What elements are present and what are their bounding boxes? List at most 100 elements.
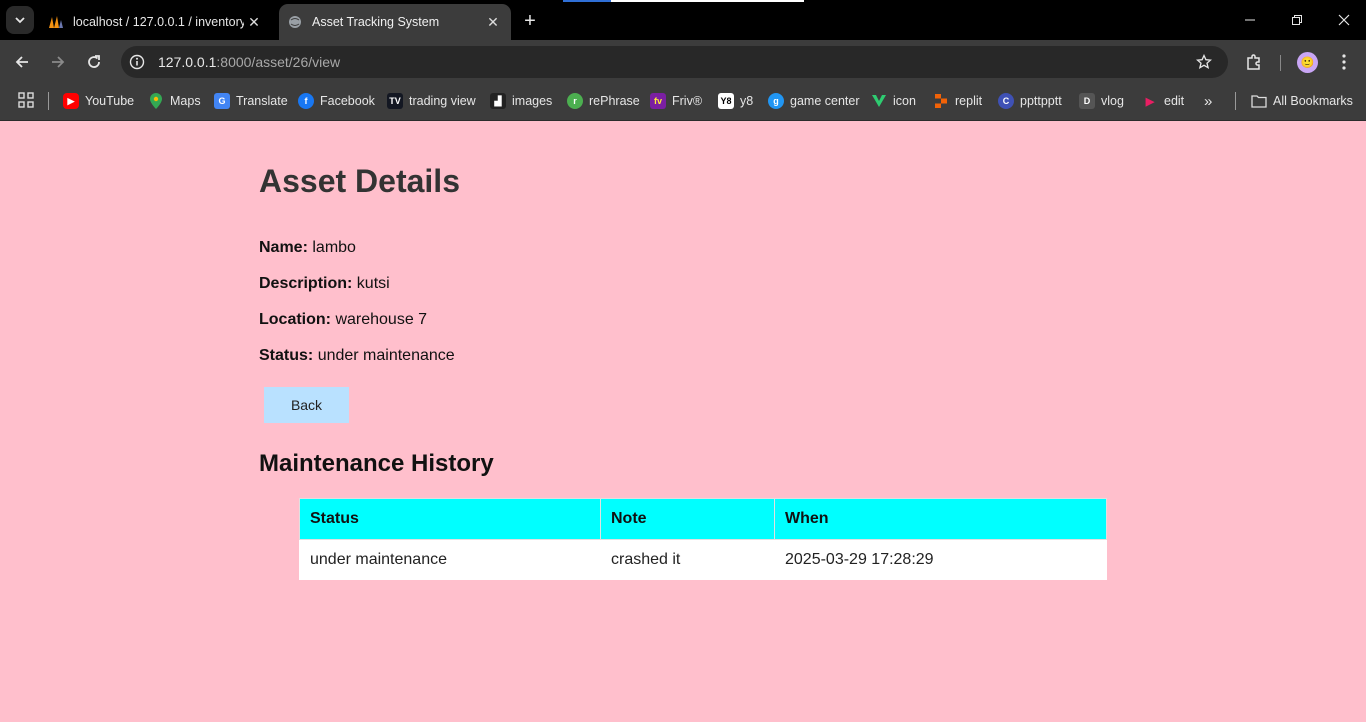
bookmark-ppttpptt[interactable]: Cppttpptt [998, 91, 1062, 111]
field-value: lambo [312, 239, 356, 256]
cell-note: crashed it [600, 539, 775, 580]
replit-icon [933, 93, 949, 109]
extensions-button[interactable] [1242, 50, 1266, 74]
column-header-note: Note [600, 498, 775, 540]
bookmark-game-center[interactable]: g game center [768, 91, 859, 111]
folder-icon [1251, 93, 1267, 109]
browser-toolbar: 127.0.0.1:8000/asset/26/view [0, 40, 1366, 82]
more-bookmarks-button[interactable]: » [1204, 91, 1212, 111]
close-tab-icon[interactable]: ✕ [244, 12, 264, 32]
bookmark-replit[interactable]: replit [933, 91, 982, 111]
field-label: Description: [259, 275, 353, 292]
ppttpptt-icon: C [998, 93, 1014, 109]
bookmark-translate[interactable]: G Translate [214, 91, 288, 111]
address-bar[interactable]: 127.0.0.1:8000/asset/26/view [121, 46, 1228, 78]
bookmark-vlog[interactable]: Dvlog [1079, 91, 1124, 111]
maps-icon [148, 93, 164, 109]
column-header-when: When [774, 498, 1107, 540]
globe-icon [287, 14, 303, 30]
forward-nav-button[interactable] [45, 49, 71, 75]
facebook-icon: f [298, 93, 314, 109]
youtube-icon: ▶ [63, 93, 79, 109]
field-value: kutsi [356, 275, 390, 292]
site-info-icon[interactable] [126, 51, 148, 73]
bookmark-tradingview[interactable]: TV trading view [387, 91, 476, 111]
friv-icon: fv [650, 93, 666, 109]
translate-icon: G [214, 93, 230, 109]
bookmark-friv[interactable]: fv Friv® [650, 91, 702, 111]
page-title: Asset Details [259, 163, 460, 199]
icon-icon [871, 93, 887, 109]
rephrase-icon: r [567, 93, 583, 109]
minimize-button[interactable] [1238, 8, 1262, 32]
field-label: Name: [259, 239, 308, 256]
puzzle-icon [1247, 54, 1260, 70]
images-icon: ▟ [490, 93, 506, 109]
field-value: warehouse 7 [335, 311, 428, 328]
bookmark-images[interactable]: ▟ images [490, 91, 552, 111]
all-bookmarks-button[interactable]: All Bookmarks [1251, 91, 1353, 111]
restore-icon [1292, 15, 1302, 25]
bookmarks-divider [1235, 92, 1236, 110]
table-header-row: Status Note When [299, 498, 1107, 540]
tab-asset-tracking[interactable]: Asset Tracking System ✕ [279, 4, 511, 40]
close-tab-icon[interactable]: ✕ [483, 12, 503, 32]
tab-strip: localhost / 127.0.0.1 / inventory ✕ Asse… [0, 0, 1366, 40]
reload-icon [88, 55, 100, 68]
bookmark-facebook[interactable]: f Facebook [298, 91, 375, 111]
vlog-icon: D [1079, 93, 1095, 109]
url-host: 127.0.0.1 [158, 54, 217, 70]
field-name: Name: lambo [259, 239, 356, 257]
field-label: Status: [259, 347, 314, 364]
arrow-left-icon [15, 56, 28, 68]
loading-indicator [563, 0, 804, 2]
back-nav-button[interactable] [9, 49, 35, 75]
bookmark-y8[interactable]: Y8 y8 [718, 91, 753, 111]
tab-title: Asset Tracking System [312, 15, 440, 29]
bookmarks-divider [48, 92, 49, 110]
browser-menu-button[interactable] [1332, 50, 1356, 74]
bookmark-edit[interactable]: ▶ edit [1142, 91, 1184, 111]
cell-status: under maintenance [299, 539, 601, 580]
cell-when: 2025-03-29 17:28:29 [774, 539, 1107, 580]
profile-avatar[interactable]: 🙂 [1297, 52, 1318, 73]
apps-grid-icon[interactable] [18, 92, 34, 108]
arrow-right-icon [52, 56, 65, 68]
maintenance-history-heading: Maintenance History [259, 450, 494, 477]
game-center-icon: g [768, 93, 784, 109]
tab-phpmyadmin[interactable]: localhost / 127.0.0.1 / inventory ✕ [40, 4, 272, 40]
new-tab-button[interactable]: + [518, 9, 542, 33]
y8-icon: Y8 [718, 93, 734, 109]
chevron-down-icon [15, 17, 25, 24]
more-vertical-icon [1342, 54, 1346, 70]
toolbar-divider [1280, 55, 1281, 71]
field-description: Description: kutsi [259, 275, 390, 293]
field-label: Location: [259, 311, 331, 328]
bookmark-rephrase[interactable]: r rePhrase [567, 91, 640, 111]
back-button[interactable]: Back [264, 387, 349, 423]
bookmarks-bar: ▶ YouTube Maps G Translate f Facebook TV tra… [0, 82, 1366, 121]
phpmyadmin-icon [48, 14, 64, 30]
bookmark-star-icon[interactable] [1194, 52, 1214, 72]
edit-icon: ▶ [1145, 95, 1155, 108]
maintenance-history-table: Status Note When under maintenance crash… [299, 498, 1107, 580]
bookmark-youtube[interactable]: ▶ YouTube [63, 91, 134, 111]
bookmark-maps[interactable]: Maps [148, 91, 201, 111]
field-location: Location: warehouse 7 [259, 311, 427, 329]
browser-chrome: localhost / 127.0.0.1 / inventory ✕ Asse… [0, 0, 1366, 121]
tradingview-icon: TV [387, 93, 403, 109]
tab-search-button[interactable] [6, 6, 34, 34]
table-row: under maintenance crashed it 2025-03-29 … [299, 539, 1107, 580]
field-status: Status: under maintenance [259, 347, 455, 365]
bookmark-icon[interactable]: icon [871, 91, 916, 111]
url-path: :8000/asset/26/view [216, 54, 341, 70]
close-icon [1338, 14, 1350, 26]
reload-button[interactable] [81, 49, 107, 75]
close-window-button[interactable] [1332, 8, 1356, 32]
column-header-status: Status [299, 498, 601, 540]
url-text: 127.0.0.1:8000/asset/26/view [158, 54, 340, 70]
minimize-icon [1245, 19, 1255, 21]
page-content: Asset Details Name: lambo Description: k… [0, 121, 1366, 722]
double-chevron-icon: » [1204, 92, 1213, 110]
restore-button[interactable] [1285, 8, 1309, 32]
